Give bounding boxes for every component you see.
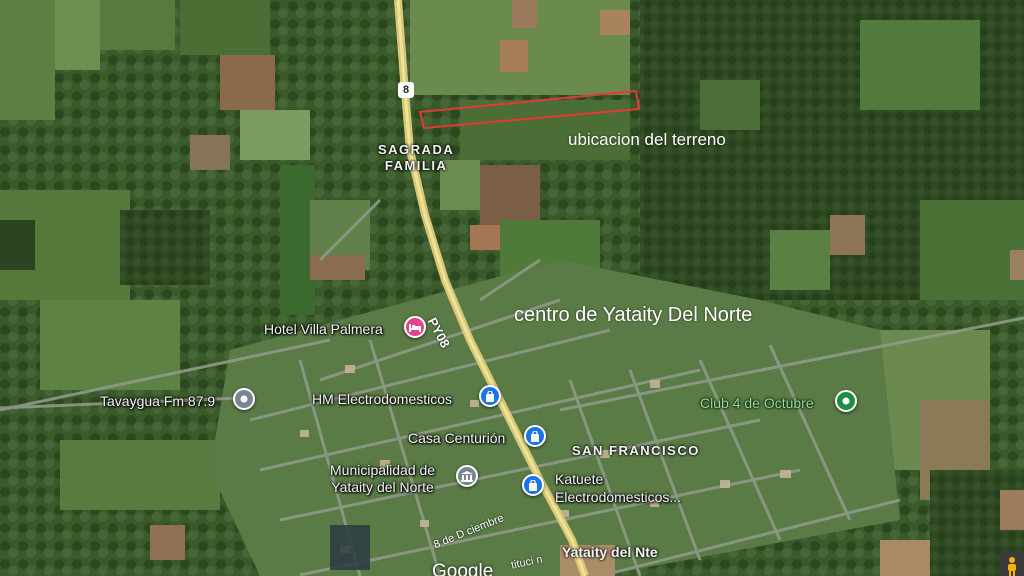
poi-pin-municipalidad[interactable] <box>456 465 478 487</box>
poi-label-tavaygua-fm[interactable]: Tavaygua Fm 87.9 <box>100 394 215 408</box>
area-label-yataity-del-nte: Yataity del Nte <box>562 544 658 560</box>
poi-label-municipalidad[interactable]: Municipalidad de Yataity del Norte <box>330 462 435 496</box>
poi-label-hm-electrodomesticos[interactable]: HM Electrodomesticos <box>312 392 452 406</box>
google-logo: Google <box>432 561 494 576</box>
poi-pin-tavaygua-fm[interactable] <box>233 388 255 410</box>
shopping-bag-icon <box>529 479 537 491</box>
bed-icon <box>409 324 421 332</box>
pegman-icon <box>1008 557 1016 576</box>
poi-pin-katuete[interactable] <box>522 474 544 496</box>
shopping-bag-icon <box>486 390 494 402</box>
area-label-san-francisco: SAN FRANCISCO <box>572 443 700 458</box>
street-view-pegman[interactable] <box>1000 551 1024 576</box>
park-icon <box>842 397 850 405</box>
poi-pin-hotel-villa-palmera[interactable] <box>404 316 426 338</box>
poi-label-club-4-de-octubre[interactable]: Club 4 de Octubre <box>700 396 814 410</box>
poi-label-hotel-villa-palmera[interactable]: Hotel Villa Palmera <box>264 322 383 336</box>
poi-pin-casa-centurion[interactable] <box>524 425 546 447</box>
dot-icon <box>240 395 248 403</box>
annotation-town-center: centro de Yataity Del Norte <box>514 304 753 326</box>
area-label-sagrada-familia: SAGRADA FAMILIA <box>378 142 455 173</box>
building-icon <box>461 470 473 482</box>
shopping-bag-icon <box>531 430 539 442</box>
poi-pin-hm-electrodomesticos[interactable] <box>479 385 501 407</box>
poi-label-casa-centurion[interactable]: Casa Centurión <box>408 431 505 445</box>
satellite-map[interactable]: 8 PY08 SAGRADA FAMILIA SAN FRANCISCO Yat… <box>0 0 1024 576</box>
annotation-plot-location: ubicacion del terreno <box>568 130 726 149</box>
poi-label-katuete[interactable]: Katuete Electrodomesticos... <box>555 470 681 506</box>
satellite-imagery <box>0 0 1024 576</box>
route-8-shield: 8 <box>398 82 414 98</box>
poi-pin-club-4-de-octubre[interactable] <box>835 390 857 412</box>
